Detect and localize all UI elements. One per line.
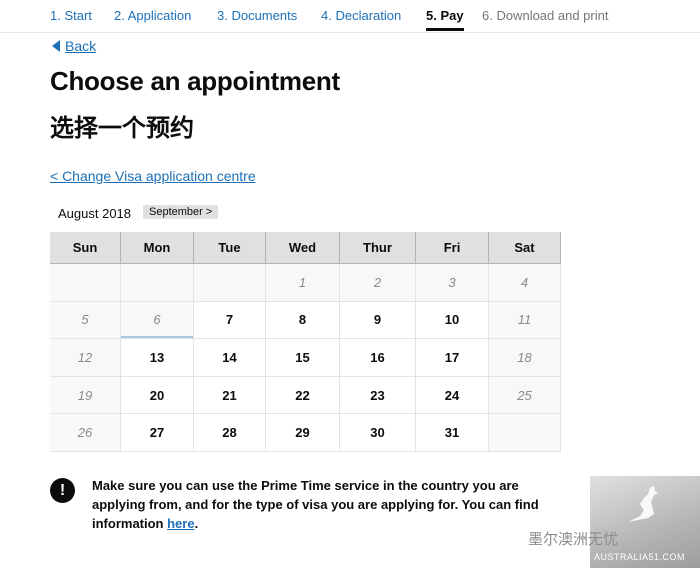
step-pay: 5. Pay: [426, 8, 464, 31]
warning-message: Make sure you can use the Prime Time ser…: [92, 478, 539, 531]
unavailable-day: 4: [489, 264, 561, 302]
kangaroo-icon: [628, 486, 658, 522]
watermark-logo: 墨尔澳洲无忧 AUSTRALIA51.COM: [528, 476, 700, 568]
available-day[interactable]: 7: [194, 301, 266, 340]
unavailable-day: 26: [50, 414, 121, 452]
info-here-link[interactable]: here: [167, 516, 194, 531]
available-day[interactable]: 17: [416, 339, 489, 377]
page-subtitle: 选择一个预约: [50, 114, 194, 142]
next-month-button[interactable]: September >: [143, 205, 219, 219]
calendar-week-row: 26 27 28 29 30 31: [50, 414, 561, 452]
weekday-header: Thur: [340, 232, 416, 264]
step-application[interactable]: 2. Application: [114, 8, 191, 23]
calendar-empty-cell: [489, 414, 561, 452]
warning-notice: ! Make sure you can use the Prime Time s…: [50, 476, 552, 533]
back-link[interactable]: Back: [52, 38, 96, 54]
current-month-label: August 2018: [58, 206, 132, 221]
available-day[interactable]: 14: [194, 339, 266, 377]
available-day[interactable]: 24: [416, 376, 489, 415]
available-day[interactable]: 27: [121, 414, 194, 452]
available-day[interactable]: 10: [416, 301, 489, 340]
available-day[interactable]: 9: [340, 301, 416, 340]
unavailable-day: 5: [50, 301, 121, 340]
calendar-week-row: 19 20 21 22 23 24 25: [50, 376, 561, 415]
weekday-header: Fri: [416, 232, 489, 264]
calendar-week-row: 12 13 14 15 16 17 18: [50, 339, 561, 377]
step-documents[interactable]: 3. Documents: [217, 8, 297, 23]
warning-end: .: [194, 516, 199, 531]
available-day[interactable]: 20: [121, 376, 194, 415]
unavailable-day: 25: [489, 376, 561, 415]
watermark-chinese: 墨尔澳洲无忧: [528, 530, 619, 548]
watermark-brand: AUSTRALIA51.COM: [594, 552, 686, 562]
available-day[interactable]: 13: [121, 339, 194, 377]
calendar-empty-cell: [121, 264, 194, 302]
available-day[interactable]: 22: [266, 376, 340, 415]
unavailable-day: 19: [50, 376, 121, 415]
available-day[interactable]: 30: [340, 414, 416, 452]
progress-steps: 1. Start 2. Application 3. Documents 4. …: [0, 0, 700, 33]
available-day[interactable]: 21: [194, 376, 266, 415]
available-day[interactable]: 15: [266, 339, 340, 377]
available-day[interactable]: 31: [416, 414, 489, 452]
step-declaration[interactable]: 4. Declaration: [321, 8, 401, 23]
step-download-print: 6. Download and print: [482, 8, 609, 23]
exclamation-icon: !: [50, 478, 75, 503]
weekday-header: Wed: [266, 232, 340, 264]
appointment-calendar: Sun Mon Tue Wed Thur Fri Sat 1 2 3 4 5 6 7 8 9 10 11 12 13 1…: [50, 232, 561, 452]
back-arrow-icon: [52, 40, 60, 52]
unavailable-day: 1: [266, 264, 340, 302]
available-day[interactable]: 29: [266, 414, 340, 452]
calendar-empty-cell: [50, 264, 121, 302]
available-day[interactable]: 8: [266, 301, 340, 340]
unavailable-day: 18: [489, 339, 561, 377]
available-day[interactable]: 16: [340, 339, 416, 377]
page-title: Choose an appointment: [50, 66, 340, 96]
available-day[interactable]: 23: [340, 376, 416, 415]
warning-text: Make sure you can use the Prime Time ser…: [92, 476, 552, 533]
available-day[interactable]: 28: [194, 414, 266, 452]
unavailable-day: 12: [50, 339, 121, 377]
unavailable-day: 2: [340, 264, 416, 302]
weekday-header: Sun: [50, 232, 121, 264]
calendar-week-row: 1234: [50, 264, 561, 302]
change-centre-link[interactable]: < Change Visa application centre: [50, 168, 256, 184]
calendar-empty-cell: [194, 264, 266, 302]
calendar-week-row: 5 6 7 8 9 10 11: [50, 301, 561, 340]
weekday-header: Mon: [121, 232, 194, 264]
back-label: Back: [65, 38, 97, 54]
weekday-header: Tue: [194, 232, 266, 264]
calendar-header-row: Sun Mon Tue Wed Thur Fri Sat: [50, 232, 561, 264]
step-start[interactable]: 1. Start: [50, 8, 92, 23]
unavailable-day: 3: [416, 264, 489, 302]
weekday-header: Sat: [489, 232, 561, 264]
unavailable-day: 11: [489, 301, 561, 340]
unavailable-day: 6: [121, 301, 194, 340]
